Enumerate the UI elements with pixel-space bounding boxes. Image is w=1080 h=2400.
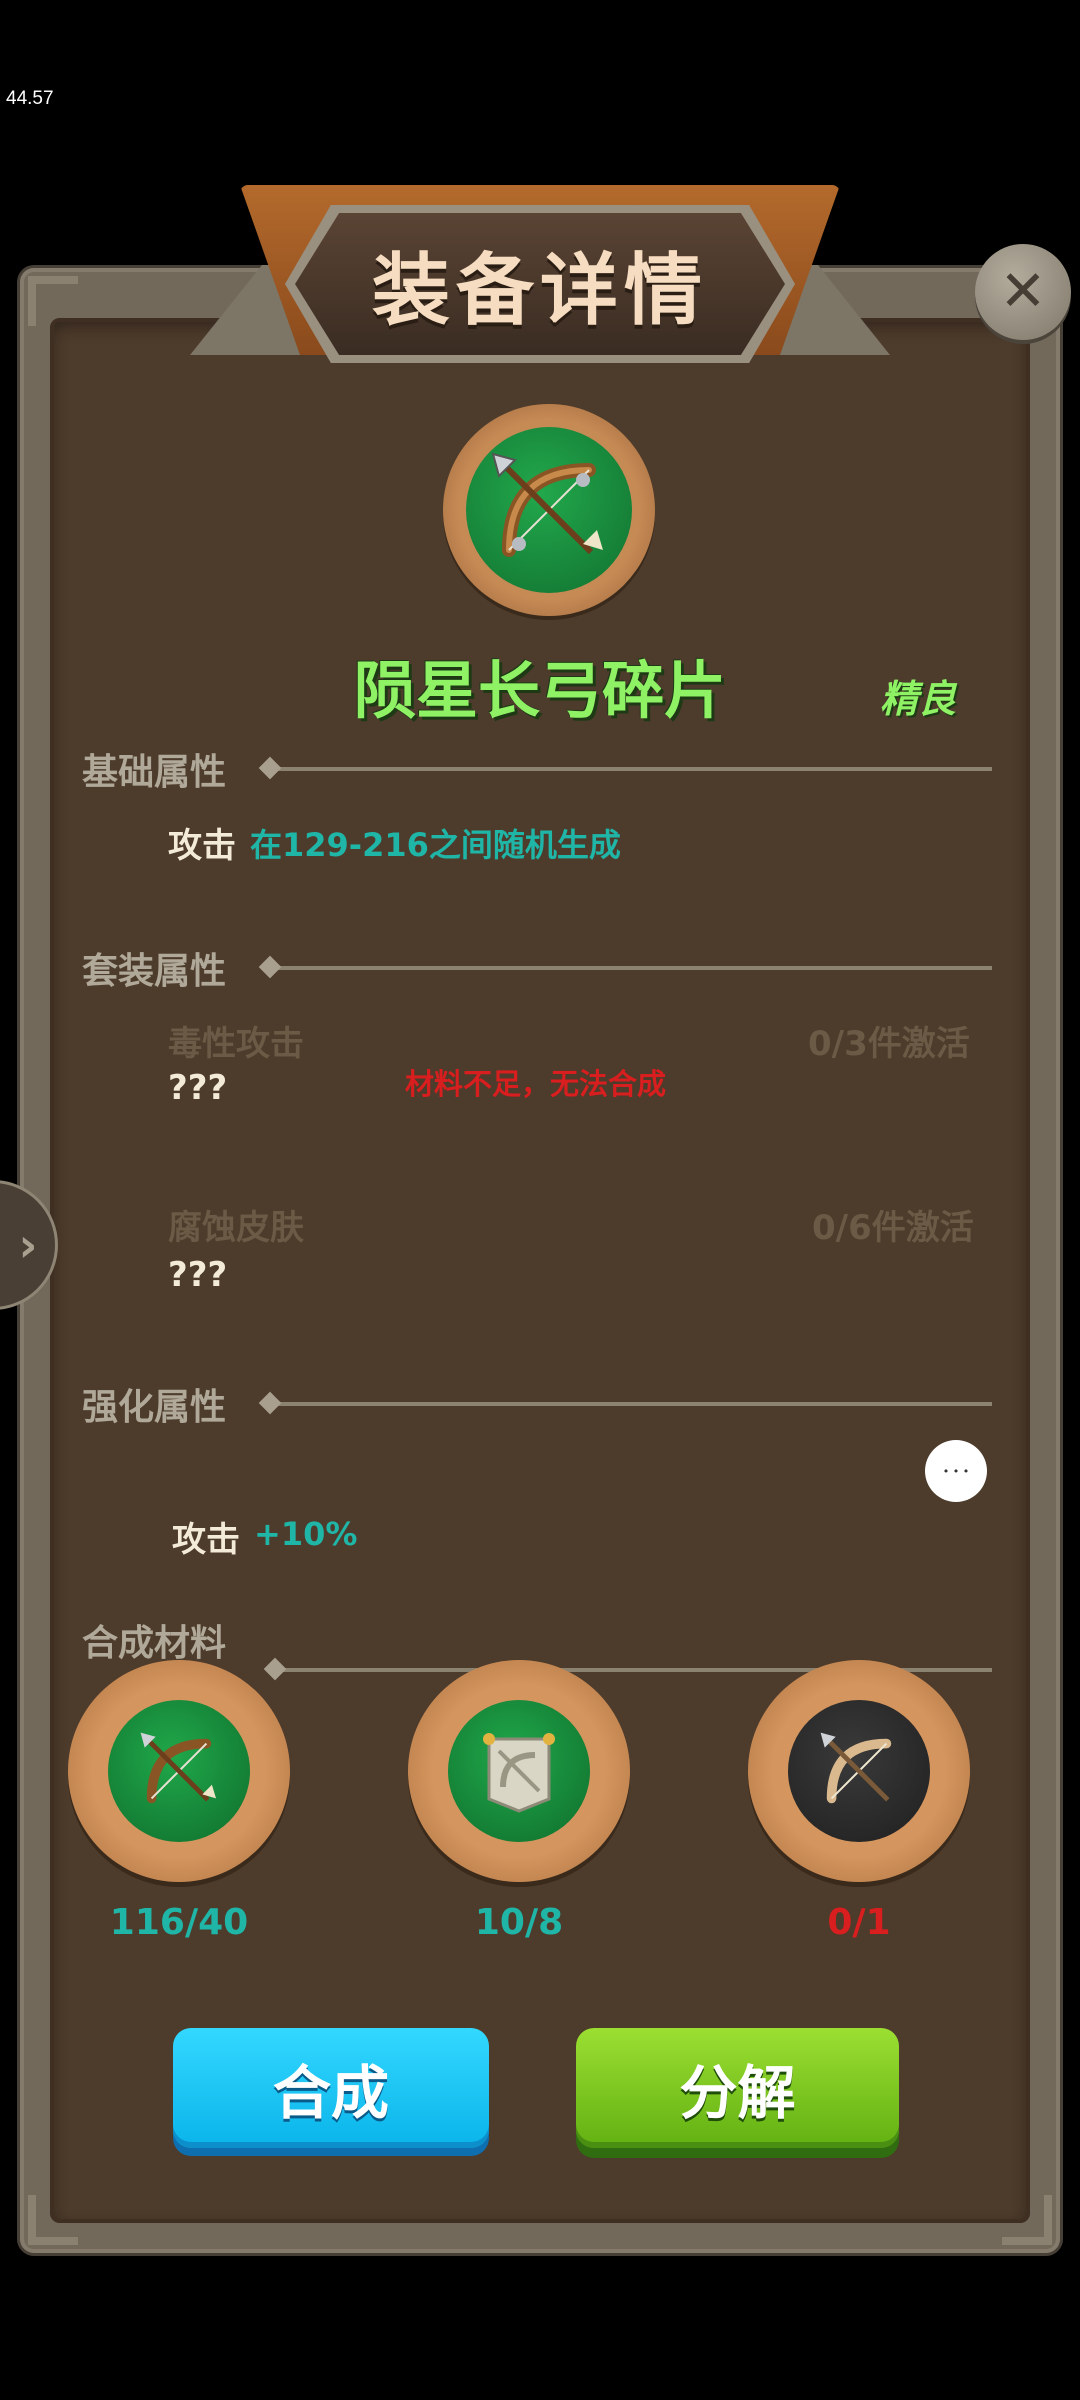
title-banner: 装备详情	[295, 213, 785, 355]
section-diamond	[258, 756, 282, 780]
enhance-stat-name: 攻击	[172, 1520, 240, 1560]
close-button[interactable]: ✕	[975, 244, 1071, 340]
close-icon: ✕	[999, 259, 1047, 324]
set-progress: 0/3件激活	[808, 1024, 970, 1064]
set-effect: ???	[168, 1068, 228, 1108]
material-count: 10/8	[474, 1902, 564, 1943]
section-basic-attributes: 基础属性	[82, 743, 992, 793]
panel-corner-ornament	[28, 2195, 78, 2245]
page-title: 装备详情	[371, 246, 708, 336]
material-icon-background	[108, 1700, 250, 1842]
section-diamond	[258, 1391, 282, 1415]
section-divider	[267, 767, 992, 771]
decompose-button[interactable]: 分解	[576, 2028, 899, 2148]
panel-corner-ornament	[28, 276, 78, 326]
item-icon-frame	[443, 404, 655, 616]
basic-stat-value: 在129-216之间随机生成	[250, 826, 621, 864]
material-count: 116/40	[109, 1902, 249, 1943]
bow-icon	[820, 1732, 892, 1804]
material-icon-background	[448, 1700, 590, 1842]
material-slot-3[interactable]	[748, 1660, 970, 1882]
section-label: 基础属性	[82, 752, 227, 793]
dots-icon: • • •	[942, 1464, 970, 1478]
basic-stat-name: 攻击	[168, 826, 236, 866]
enhance-stat-value: +10%	[254, 1515, 358, 1553]
bow-icon	[140, 1732, 217, 1804]
section-divider	[267, 966, 992, 970]
section-label: 强化属性	[82, 1387, 227, 1428]
material-slot-2[interactable]	[408, 1660, 630, 1882]
item-icon-background	[466, 427, 632, 593]
section-diamond	[258, 955, 282, 979]
set-name: 腐蚀皮肤	[168, 1208, 304, 1248]
fps-counter: 44.57	[6, 88, 54, 109]
set-name: 毒性攻击	[168, 1024, 304, 1064]
section-enhance-attributes: 强化属性	[82, 1378, 992, 1428]
material-slot-1[interactable]	[68, 1660, 290, 1882]
section-divider	[267, 1402, 992, 1406]
floating-assist-bubble[interactable]: • • •	[925, 1440, 987, 1502]
chevron-right-icon: ›	[18, 1218, 38, 1272]
section-diamond	[263, 1657, 287, 1681]
item-quality-badge: 精良	[880, 677, 957, 721]
section-set-attributes: 套装属性	[82, 942, 992, 992]
section-label: 套装属性	[82, 951, 227, 992]
set-effect: ???	[168, 1255, 228, 1295]
bow-banner-icon	[483, 1733, 555, 1813]
material-icon-background	[788, 1700, 930, 1842]
set-progress: 0/6件激活	[812, 1208, 974, 1248]
synthesize-button[interactable]: 合成	[173, 2028, 489, 2148]
bow-icon	[491, 452, 603, 557]
panel-corner-ornament	[1002, 2195, 1052, 2245]
warning-message: 材料不足，无法合成	[405, 1067, 667, 1101]
material-count: 0/1	[827, 1902, 891, 1943]
